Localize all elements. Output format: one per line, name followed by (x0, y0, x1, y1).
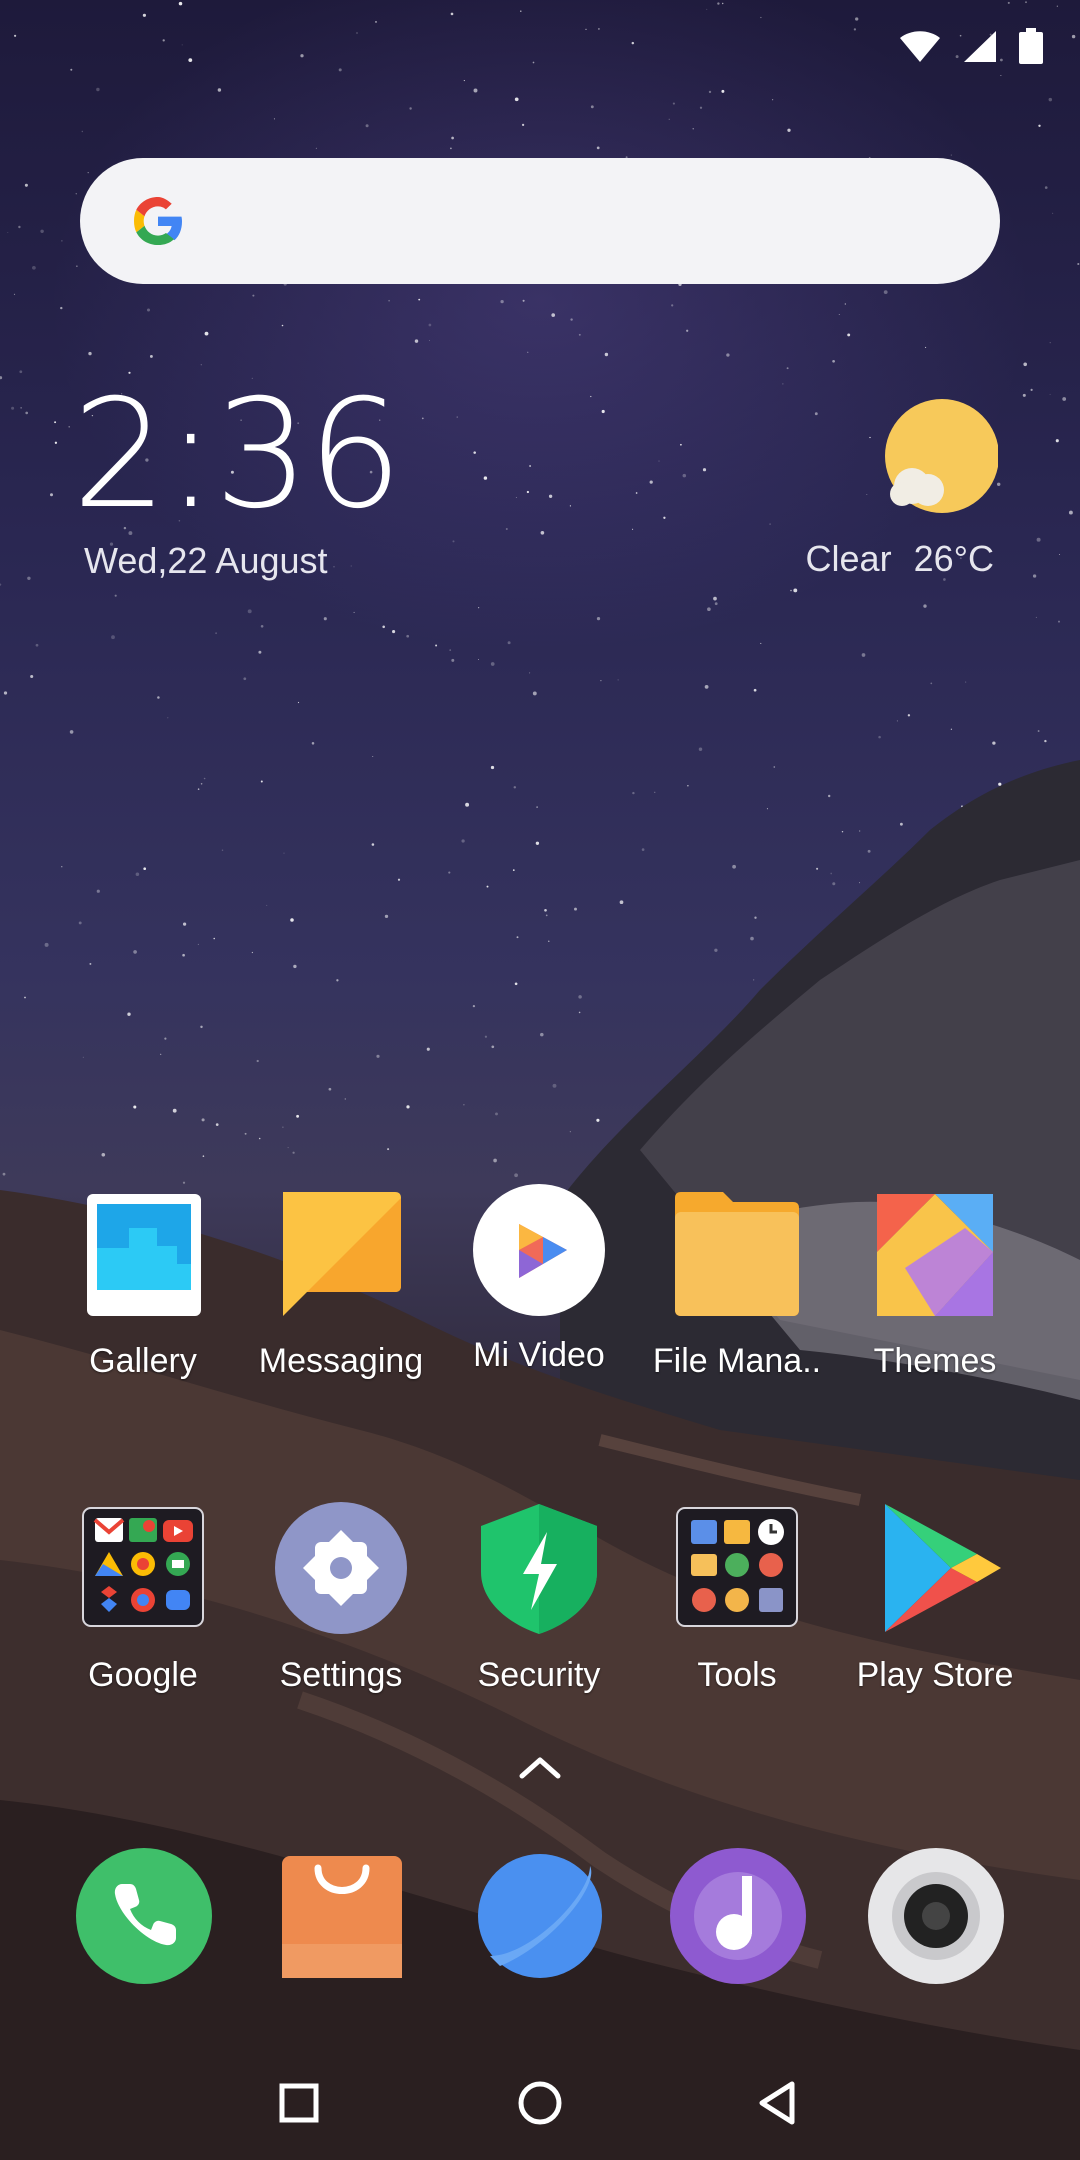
app-label: Gallery (89, 1342, 197, 1380)
app-messaging[interactable]: Messaging (242, 1188, 440, 1381)
app-label: File Mana.. (652, 1342, 822, 1380)
cell-signal-icon (964, 31, 996, 62)
browser-icon[interactable] (470, 1846, 610, 1986)
back-icon[interactable] (752, 2078, 802, 2128)
app-play-store[interactable]: Play Store (836, 1502, 1034, 1695)
app-label: Mi Video (473, 1336, 605, 1374)
app-file-manager[interactable]: File Mana.. (638, 1188, 836, 1381)
app-themes[interactable]: Themes (836, 1188, 1034, 1381)
recents-icon[interactable] (274, 2078, 324, 2128)
wallpaper (0, 0, 1080, 2160)
app-label: Themes (873, 1342, 997, 1380)
google-g-icon (134, 197, 182, 245)
google-search-bar[interactable] (80, 158, 1000, 284)
home-icon[interactable] (515, 2078, 565, 2128)
camera-icon[interactable] (866, 1846, 1006, 1986)
app-label: Settings (279, 1656, 403, 1694)
themes-icon (877, 1194, 993, 1316)
phone-icon[interactable] (74, 1846, 214, 1986)
app-label: Messaging (258, 1342, 424, 1380)
app-label: Google (88, 1656, 198, 1694)
gallery-icon (87, 1194, 201, 1316)
battery-icon (1019, 28, 1043, 64)
google-folder-icon (82, 1507, 204, 1627)
mi-store-icon[interactable] (272, 1846, 412, 1986)
folder-google[interactable]: Google (44, 1502, 242, 1695)
mi-video-icon (473, 1184, 605, 1316)
tools-folder-icon (676, 1507, 798, 1627)
folder-tools[interactable]: Tools (638, 1502, 836, 1695)
app-mi-video[interactable]: Mi Video (440, 1182, 638, 1375)
weather-info[interactable]: Clear 26°C (806, 538, 994, 580)
clock-time[interactable]: 2:36 (72, 380, 403, 530)
app-label: Play Store (856, 1656, 1014, 1694)
wifi-icon (900, 31, 940, 62)
app-settings[interactable]: Settings (242, 1502, 440, 1695)
security-shield-icon (481, 1504, 597, 1634)
chevron-up-icon[interactable] (516, 1752, 564, 1782)
folder-icon (675, 1192, 799, 1316)
messaging-icon (283, 1192, 401, 1316)
weather-condition: Clear (805, 538, 892, 579)
app-gallery[interactable]: Gallery (44, 1188, 242, 1381)
app-security[interactable]: Security (440, 1502, 638, 1695)
app-label: Security (477, 1656, 601, 1694)
play-store-icon (885, 1504, 1001, 1632)
weather-temperature: 26°C (913, 538, 994, 579)
mountain-landscape (0, 760, 1080, 2160)
status-bar (898, 28, 1044, 64)
clock-date[interactable]: Wed,22 August (84, 540, 328, 582)
settings-icon (275, 1502, 407, 1634)
music-icon[interactable] (668, 1846, 808, 1986)
navigation-bar (0, 2060, 1080, 2140)
app-label: Tools (697, 1656, 777, 1694)
sun-cloud-icon[interactable] (880, 398, 998, 516)
